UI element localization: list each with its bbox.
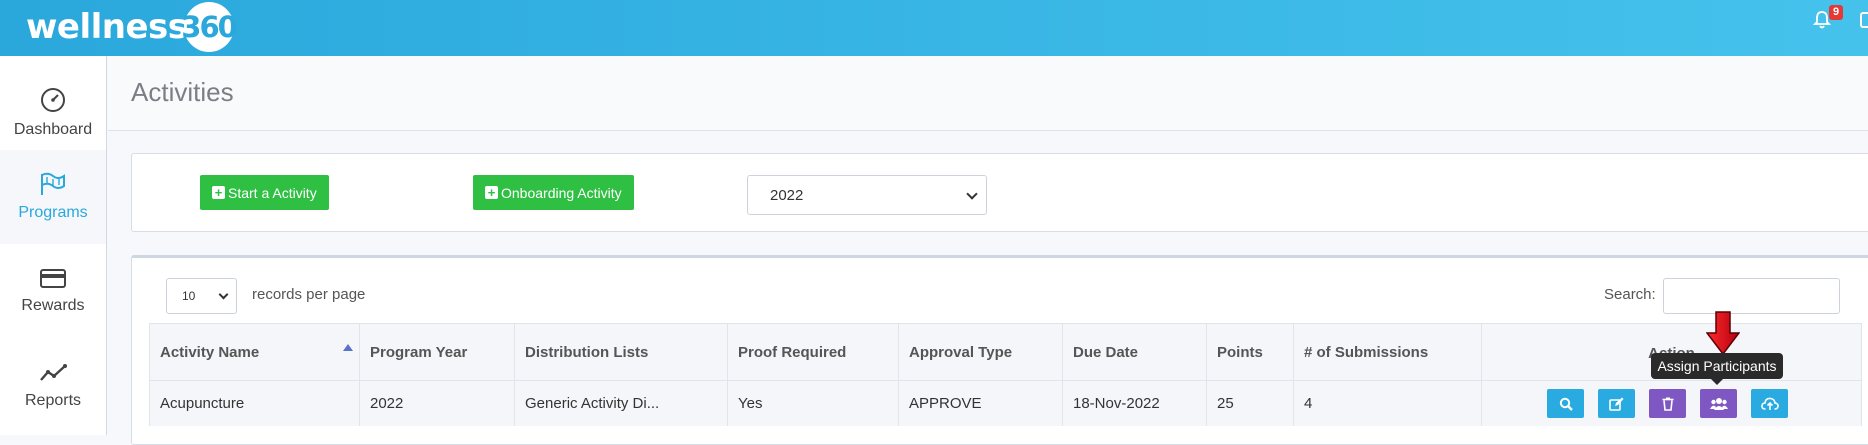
search-icon	[1559, 397, 1573, 411]
cell-submissions: 4	[1293, 381, 1481, 426]
top-bar: wellness 360 9	[0, 0, 1868, 56]
start-activity-label: Start a Activity	[228, 184, 317, 201]
cell-points: 25	[1206, 381, 1293, 426]
column-header-proof-required[interactable]: Proof Required	[727, 324, 898, 380]
cell-distribution-lists: Generic Activity Di...	[514, 381, 727, 426]
sidebar-item-reports[interactable]: Reports	[0, 339, 106, 433]
chevron-down-icon	[966, 188, 978, 200]
plus-square-icon: +	[212, 186, 225, 199]
brand-number: 360	[181, 2, 238, 52]
cell-approval-type: APPROVE	[898, 381, 1062, 426]
program-year-value: 2022	[770, 186, 804, 204]
records-per-page-select[interactable]: 10	[166, 278, 237, 314]
notification-badge: 9	[1829, 5, 1844, 20]
edit-icon	[1609, 397, 1624, 411]
upload-button[interactable]	[1751, 389, 1788, 418]
search-input[interactable]	[1663, 278, 1840, 314]
cell-proof-required: Yes	[727, 381, 898, 426]
sidebar-item-rewards[interactable]: Rewards	[0, 244, 106, 338]
column-header-submissions[interactable]: # of Submissions	[1293, 324, 1481, 380]
credit-card-icon	[40, 269, 66, 288]
edit-button[interactable]	[1598, 389, 1635, 418]
column-header-label: Approval Type	[909, 343, 1013, 361]
onboarding-activity-button[interactable]: + Onboarding Activity	[473, 175, 634, 210]
column-header-label: Due Date	[1073, 343, 1139, 361]
sidebar-item-label: Rewards	[21, 297, 85, 314]
start-activity-button[interactable]: + Start a Activity	[200, 175, 329, 210]
column-header-distribution-lists[interactable]: Distribution Lists	[514, 324, 727, 380]
column-header-label: # of Submissions	[1304, 343, 1429, 361]
view-button[interactable]	[1547, 389, 1584, 418]
cloud-upload-icon	[1760, 397, 1779, 410]
cell-due-date: 18-Nov-2022	[1062, 381, 1206, 426]
column-header-program-year[interactable]: Program Year	[359, 324, 514, 380]
sidebar-item-programs[interactable]: Programs	[0, 150, 106, 244]
page-header: Activities	[108, 56, 1868, 131]
delete-button[interactable]	[1649, 389, 1686, 418]
line-chart-icon	[40, 364, 67, 381]
records-per-page-value: 10	[182, 289, 196, 303]
plus-square-icon: +	[485, 186, 498, 199]
column-header-approval-type[interactable]: Approval Type	[898, 324, 1062, 380]
column-header-due-date[interactable]: Due Date	[1062, 324, 1206, 380]
cell-actions	[1481, 381, 1862, 426]
records-per-page-label: records per page	[252, 286, 366, 303]
column-header-label: Proof Required	[738, 343, 847, 361]
sidebar: Dashboard Programs Rewards Reports	[0, 56, 107, 435]
users-icon	[1709, 397, 1728, 410]
column-header-label: Distribution Lists	[525, 343, 649, 361]
cell-program-year: 2022	[359, 381, 514, 426]
table-header-row: Activity Name Program Year Distribution …	[149, 323, 1862, 381]
trash-icon	[1662, 397, 1673, 411]
column-header-label: Points	[1217, 343, 1263, 361]
assign-participants-button[interactable]	[1700, 389, 1737, 418]
flag-icon	[41, 172, 65, 195]
lock-icon[interactable]	[1860, 12, 1868, 28]
chevron-down-icon	[218, 289, 229, 300]
sidebar-item-label: Programs	[18, 204, 88, 221]
table-row: Acupuncture 2022 Generic Activity Di... …	[149, 381, 1862, 426]
onboarding-activity-label: Onboarding Activity	[501, 184, 622, 201]
column-header-points[interactable]: Points	[1206, 324, 1293, 380]
brand-logo[interactable]: wellness 360	[26, 2, 238, 52]
sort-ascending-icon	[343, 344, 353, 351]
search-label: Search:	[1604, 286, 1656, 303]
cell-activity-name: Acupuncture	[149, 381, 359, 426]
speedometer-icon	[41, 88, 65, 112]
sidebar-item-dashboard[interactable]: Dashboard	[0, 66, 106, 160]
red-arrow-annotation-icon	[1706, 311, 1740, 355]
activity-toolbar-card: + Start a Activity + Onboarding Activity…	[131, 153, 1868, 232]
activities-table-card: 10 records per page Search: Activity Nam…	[131, 255, 1868, 445]
column-header-activity-name[interactable]: Activity Name	[149, 324, 359, 380]
assign-participants-tooltip: Assign Participants	[1651, 353, 1783, 385]
program-year-select[interactable]: 2022	[747, 175, 987, 215]
page-title: Activities	[131, 77, 234, 107]
brand-name: wellness	[26, 7, 188, 47]
column-header-label: Activity Name	[160, 343, 260, 361]
sidebar-item-label: Reports	[24, 392, 82, 409]
sidebar-item-label: Dashboard	[13, 121, 93, 138]
column-header-label: Program Year	[370, 343, 468, 361]
